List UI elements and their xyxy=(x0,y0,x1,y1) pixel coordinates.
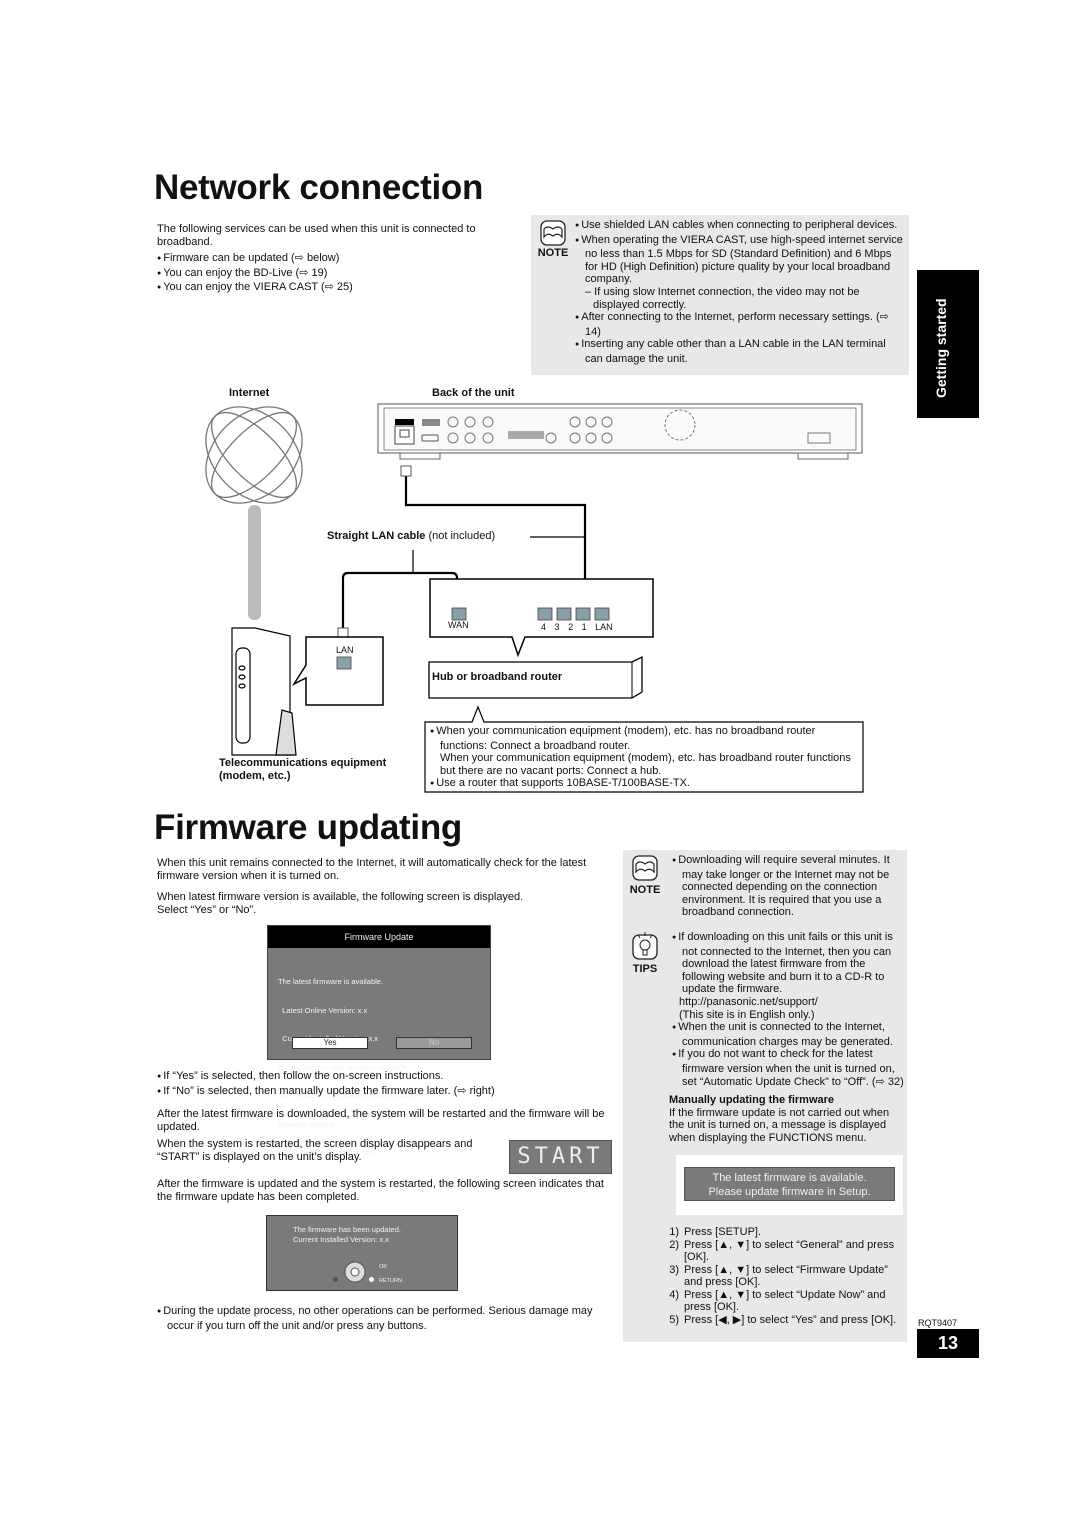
modem-lan-label: LAN xyxy=(336,645,354,655)
return-dot-icon xyxy=(369,1277,374,1282)
firmware-p2b: Select “Yes” or “No”. xyxy=(157,903,257,916)
step-item: 3) Press [▲, ▼] to select “Firmware Updat… xyxy=(669,1263,888,1289)
firmware-p3: After the latest firmware is downloaded,… xyxy=(157,1108,605,1133)
choice-item: If “Yes” is selected, then follow the on… xyxy=(157,1070,619,1085)
tips-url[interactable]: http://panasonic.net/support/ xyxy=(672,996,904,1009)
note-item: Downloading will require several minutes… xyxy=(672,854,904,919)
router-info: When your communication equipment (modem… xyxy=(430,725,858,792)
dialog-no-button[interactable]: No xyxy=(396,1037,472,1049)
tips-url-note: (This site is in English only.) xyxy=(679,1008,815,1021)
update-complete-screen: The firmware has been updated. Current I… xyxy=(266,1215,458,1291)
wan-port-label: WAN xyxy=(448,620,469,630)
note-label: NOTE xyxy=(629,884,661,896)
firmware-p5: After the firmware is updated and the sy… xyxy=(157,1178,604,1203)
tips-item: If downloading on this unit fails or thi… xyxy=(672,931,904,996)
firmware-note-list: Downloading will require several minutes… xyxy=(672,854,904,919)
firmware-p4: When the system is restarted, the screen… xyxy=(157,1138,473,1163)
step-item: 4) Press [▲, ▼] to select “Update Now” an… xyxy=(669,1288,886,1314)
remote-dpad-icon xyxy=(344,1261,366,1283)
model-number: RQT9407 xyxy=(918,1318,958,1328)
firmware-note-icon-block: NOTE xyxy=(625,855,665,896)
manual-update-section: Manually updating the firmware If the fi… xyxy=(669,1094,905,1144)
cable-label-bold: Straight LAN cable xyxy=(327,530,426,542)
router-label: Hub or broadband router xyxy=(432,671,563,683)
page-number: 13 xyxy=(917,1329,979,1358)
step-item: 1) Press [SETUP]. xyxy=(669,1226,762,1238)
tips-list: If downloading on this unit fails or thi… xyxy=(672,931,904,1088)
router-info-item: Use a router that supports 10BASE-T/100B… xyxy=(430,777,858,792)
unit-back-panel xyxy=(377,403,863,460)
tips-item: If you do not want to check for the late… xyxy=(672,1048,904,1088)
manual-heading: Manually updating the firmware xyxy=(669,1094,835,1106)
back-dot-icon xyxy=(333,1277,338,1282)
dialog-title: Firmware Update xyxy=(268,926,490,948)
modem-label: Telecommunications equipment (modem, etc… xyxy=(219,757,387,782)
internet-globe-icon xyxy=(205,406,303,504)
return-label: RETURN xyxy=(379,1278,402,1284)
cable-label: Straight LAN cable (not included) xyxy=(327,530,495,542)
step-item: 2) Press [▲, ▼] to select “General” and p… xyxy=(669,1238,895,1264)
router-port-numbers: 4 3 2 1 LAN xyxy=(541,622,613,632)
functions-message-frame: The latest firmware is available. Please… xyxy=(676,1155,903,1215)
firmware-update-dialog: Firmware Update The latest firmware is a… xyxy=(267,925,491,1157)
firmware-intro: When this unit remains connected to the … xyxy=(157,857,619,916)
functions-message: The latest firmware is available. Please… xyxy=(684,1167,895,1201)
update-warning: During the update process, no other oper… xyxy=(157,1305,619,1332)
firmware-choice-list: If “Yes” is selected, then follow the on… xyxy=(157,1070,619,1099)
network-diagram xyxy=(205,403,864,793)
router-info-item: When your communication equipment (modem… xyxy=(440,752,851,777)
modem-device xyxy=(231,627,297,756)
manual-steps: 1) Press [SETUP]. 2) Press [▲, ▼] to selec… xyxy=(663,1226,903,1326)
dialog-yes-button[interactable]: Yes xyxy=(292,1037,368,1049)
unit-display: START xyxy=(509,1140,612,1174)
firmware-p2a: When latest firmware version is availabl… xyxy=(157,891,524,904)
tips-item: When the unit is connected to the Intern… xyxy=(672,1021,904,1048)
firmware-p1: When this unit remains connected to the … xyxy=(157,857,587,882)
cable-label-note: (not included) xyxy=(428,530,496,542)
router-info-item: When your communication equipment (modem… xyxy=(430,725,858,752)
ok-label: OK xyxy=(379,1264,387,1270)
tips-icon-block: TIPS xyxy=(625,932,665,975)
tips-lightbulb-icon xyxy=(632,932,658,960)
step-item: 5) Press [◀, ▶] to select “Yes” and press… xyxy=(669,1313,897,1326)
tips-label: TIPS xyxy=(632,963,658,975)
note-book-icon xyxy=(632,855,658,881)
done-line-1: The firmware has been updated. xyxy=(293,1225,401,1234)
page-title-firmware: Firmware updating xyxy=(154,808,462,847)
firmware-side-panel: NOTE Downloading will require several mi… xyxy=(623,850,907,1342)
done-line-2: Current Installed Version: x.x xyxy=(293,1234,389,1244)
internet-link-bar xyxy=(248,505,261,620)
choice-item: If “No” is selected, then manually updat… xyxy=(157,1085,619,1100)
manual-text: If the firmware update is not carried ou… xyxy=(669,1106,890,1144)
